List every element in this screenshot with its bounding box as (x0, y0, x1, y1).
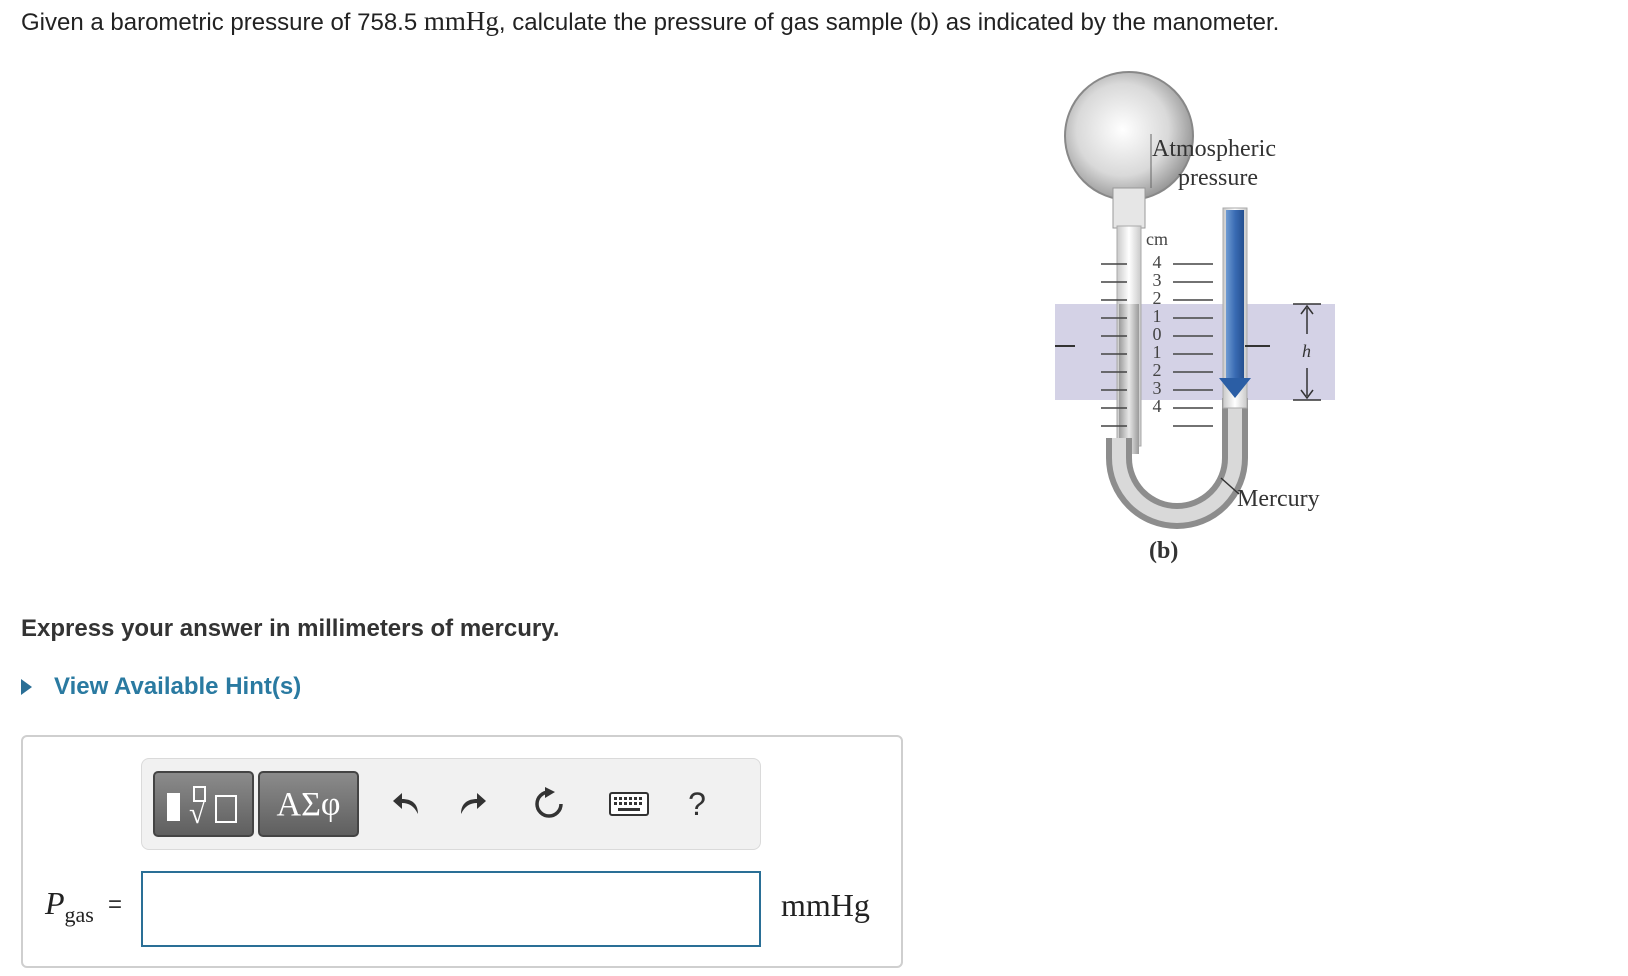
sample-label: (b) (1149, 538, 1178, 564)
tick-label: 3 (1153, 378, 1162, 398)
pressure-label: pressure (1178, 165, 1258, 191)
tick-label: 1 (1153, 306, 1162, 326)
templates-button[interactable]: √ (153, 771, 254, 837)
tick-label: 3 (1153, 270, 1162, 290)
question-text: Given a barometric pressure of 758.5 mmH… (21, 6, 1279, 37)
reset-icon[interactable] (526, 781, 572, 827)
instructions-text: Express your answer in millimeters of me… (21, 615, 560, 642)
math-toolbar: √ ΑΣφ ? (141, 758, 761, 850)
question-unit: mmHg (423, 6, 499, 36)
tick-label: 4 (1153, 396, 1162, 416)
atmospheric-arrow-shaft (1226, 210, 1244, 380)
pgas-variable: Pgas (45, 885, 94, 927)
symbols-button-label: ΑΣφ (276, 786, 341, 823)
view-hints-label: View Available Hint(s) (54, 673, 302, 700)
tick-label: 2 (1153, 288, 1162, 308)
tick-label: 0 (1153, 324, 1162, 344)
variable-subscript: gas (64, 902, 94, 927)
question-prefix: Given a barometric pressure of 758.5 (21, 9, 424, 36)
answer-unit: mmHg (781, 887, 870, 923)
manometer-diagram: cm 4 3 2 1 0 1 2 3 4 Atmospheric pressur… (1050, 71, 1335, 564)
undo-icon[interactable] (384, 781, 430, 827)
help-icon[interactable]: ? (674, 781, 720, 827)
h-label: h (1302, 341, 1311, 361)
answer-panel: √ ΑΣφ ? Pgas = mmHg (21, 735, 903, 968)
left-mercury (1119, 304, 1139, 454)
answer-input[interactable] (141, 871, 761, 947)
tick-label: 2 (1153, 360, 1162, 380)
atmospheric-label: Atmospheric (1152, 136, 1276, 162)
expand-triangle-icon (21, 679, 32, 695)
symbols-button[interactable]: ΑΣφ (258, 771, 359, 837)
view-hints-link[interactable]: View Available Hint(s) (21, 673, 301, 701)
redo-icon[interactable] (449, 781, 495, 827)
tick-label: 4 (1153, 252, 1162, 272)
keyboard-icon[interactable] (606, 781, 652, 827)
question-suffix: , calculate the pressure of gas sample (… (498, 9, 1280, 36)
templates-icon: √ (167, 786, 237, 830)
equals-sign: = (108, 891, 123, 918)
tick-label: 1 (1153, 342, 1162, 362)
help-label: ? (688, 785, 706, 822)
cm-label: cm (1146, 229, 1168, 249)
mercury-label: Mercury (1237, 486, 1320, 512)
manometer-figure: cm 4 3 2 1 0 1 2 3 4 Atmospheric pressur… (1050, 68, 1355, 583)
variable-p: P (45, 885, 65, 921)
bulb-neck (1112, 187, 1146, 229)
svg-text:√: √ (189, 797, 206, 830)
